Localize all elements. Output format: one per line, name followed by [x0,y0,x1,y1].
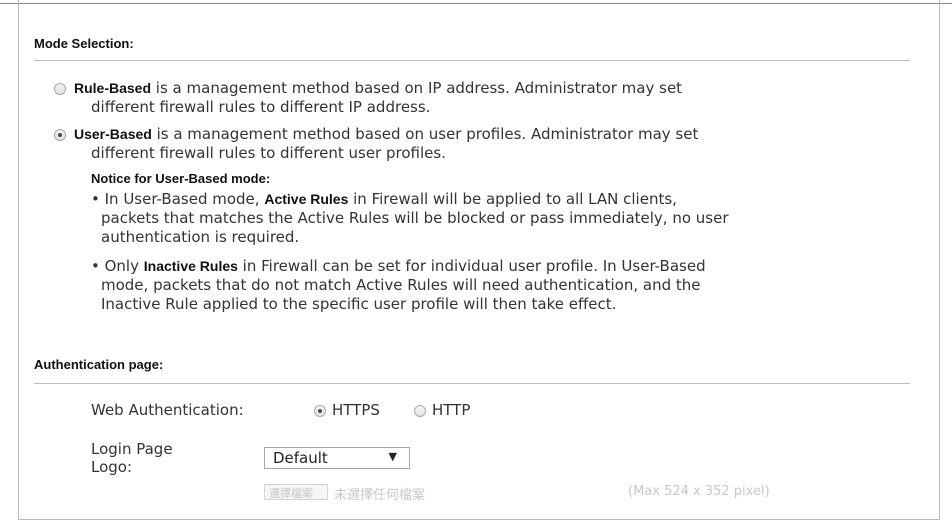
bullet2-pre: • Only [91,257,144,275]
login-logo-selected-value: Default [273,449,328,467]
notice-bullet-1-line2: packets that matches the Active Rules wi… [101,209,729,227]
mode-selection-divider [34,60,910,61]
bullet1-post: in Firewall will be applied to all LAN c… [348,190,677,208]
login-logo-label-line2: Logo: [91,458,133,476]
user-based-desc1: is a management method based on user pro… [151,125,699,143]
chevron-down-icon: ▼ [388,450,397,463]
rule-based-text-line1: Rule-Based is a management method based … [74,79,682,98]
notice-bullet-2-line1: • Only Inactive Rules in Firewall can be… [91,257,706,276]
notice-bullet-2-line2: mode, packets that do not match Active R… [101,276,701,294]
notice-title: Notice for User-Based mode: [91,171,271,186]
user-based-label: User-Based [74,126,152,142]
bullet2-bold: Inactive Rules [143,258,238,274]
authentication-page-title: Authentication page: [34,357,164,372]
rule-based-desc1: is a management method based on IP addre… [151,79,683,97]
http-label: HTTP [432,401,471,419]
no-file-chosen-text: 未選擇任何檔案 [334,488,426,503]
https-radio[interactable] [314,405,326,417]
notice-bullet-2-line3: Inactive Rule applied to the specific us… [101,295,617,313]
user-based-radio[interactable] [54,129,66,141]
bullet1-pre: • In User-Based mode, [91,190,265,208]
web-authentication-label: Web Authentication: [91,401,244,419]
bullet1-bold: Active Rules [264,191,349,207]
logo-size-hint: (Max 524 x 352 pixel) [628,484,770,499]
http-radio[interactable] [414,405,426,417]
bullet2-post: in Firewall can be set for individual us… [237,257,706,275]
login-logo-label-line1: Login Page [91,440,173,458]
rule-based-label: Rule-Based [74,80,152,96]
user-based-text-line2: different firewall rules to different us… [91,144,446,162]
notice-bullet-1-line3: authentication is required. [101,228,300,246]
authentication-divider [34,383,910,384]
choose-file-button[interactable]: 選擇檔案 [264,484,328,500]
login-logo-select[interactable]: Default ▼ [264,447,410,469]
user-based-text-line1: User-Based is a management method based … [74,125,698,144]
login-page-logo-label: Login Page Logo: [91,440,173,476]
https-label: HTTPS [332,401,380,419]
rule-based-text-line2: different firewall rules to different IP… [91,98,431,116]
mode-selection-title: Mode Selection: [34,36,134,51]
notice-bullet-1-line1: • In User-Based mode, Active Rules in Fi… [91,190,677,209]
rule-based-radio[interactable] [54,83,66,95]
